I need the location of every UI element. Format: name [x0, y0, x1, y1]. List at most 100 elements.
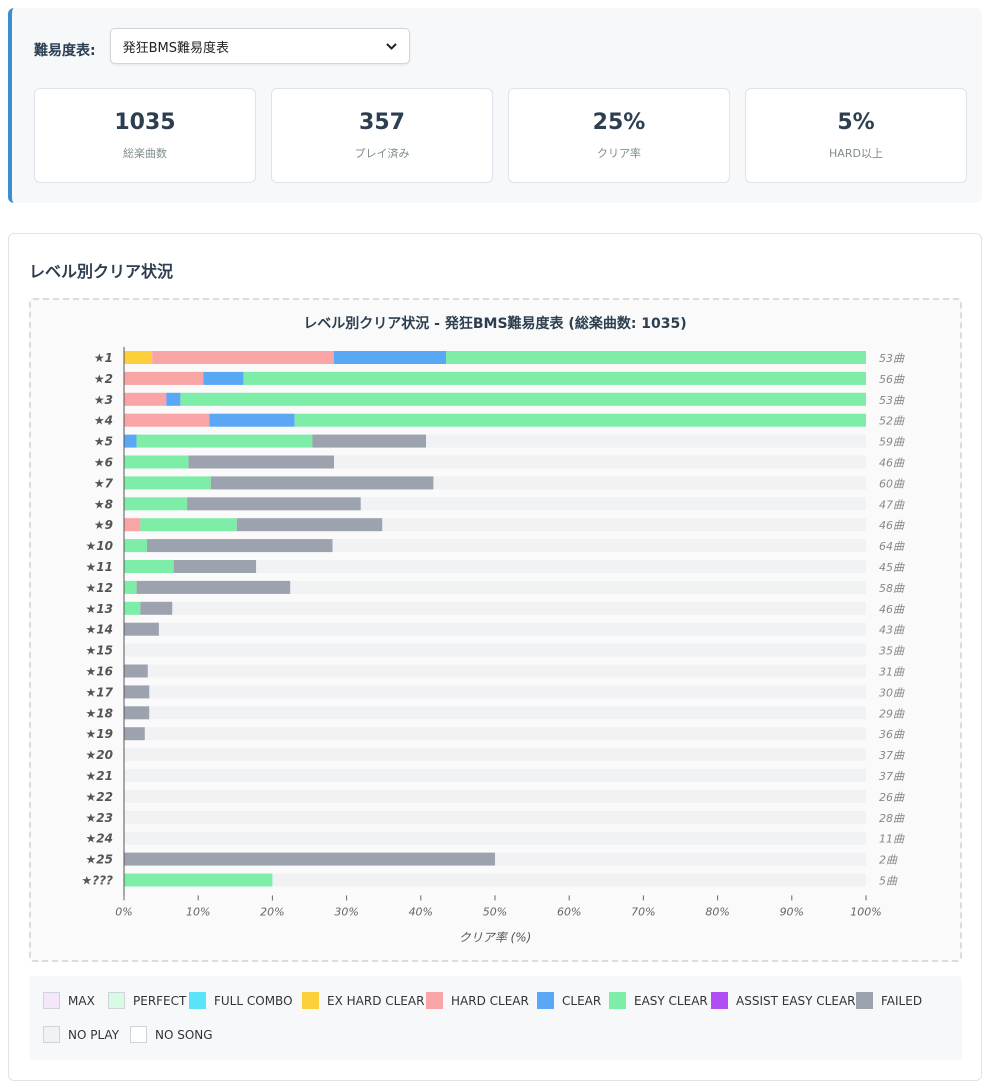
song-count-label: 53曲 [879, 352, 905, 365]
legend-label: CLEAR [562, 993, 602, 1008]
song-count-label: 43曲 [879, 624, 905, 637]
level-label: ★22 [86, 790, 113, 804]
level-label: ★24 [86, 832, 113, 846]
legend-swatch [426, 992, 443, 1009]
level-label: ★9 [94, 518, 113, 532]
legend-swatch [43, 992, 60, 1009]
bar-segment [333, 351, 447, 364]
bar-segment [140, 518, 237, 532]
level-label: ★5 [94, 435, 113, 449]
bar-segment [124, 622, 159, 636]
level-label: ★23 [86, 811, 113, 825]
legend-item: NO PLAY [43, 1026, 119, 1043]
bar-segment [236, 518, 383, 532]
x-tick-label: 60% [557, 905, 581, 918]
song-count-label: 30曲 [879, 686, 905, 699]
legend-item: CLEAR [537, 992, 601, 1009]
level-label: ★10 [86, 539, 113, 553]
legend-swatch [537, 992, 554, 1009]
bar-background [124, 727, 866, 741]
table-selector-label: 難易度表: [34, 43, 96, 59]
level-clear-panel: レベル別クリア状況 レベル別クリア状況 - 発狂BMS難易度表 (総楽曲数: 1… [8, 233, 982, 1081]
legend-label: FAILED [881, 993, 923, 1008]
song-count-label: 37曲 [879, 749, 905, 762]
bar-background [124, 810, 866, 824]
bar-background [124, 685, 866, 699]
legend-item: FULL COMBO [189, 992, 293, 1009]
level-label: ★19 [86, 727, 113, 741]
legend-swatch [302, 992, 319, 1009]
table-select[interactable]: 発狂BMS難易度表 [109, 28, 410, 64]
legend-swatch [609, 992, 626, 1009]
song-count-label: 28曲 [879, 812, 905, 825]
level-label: ★2 [94, 372, 113, 386]
bar-background [124, 706, 866, 720]
song-count-label: 5曲 [879, 875, 898, 888]
bar-segment [124, 351, 153, 364]
song-count-label: 31曲 [879, 666, 905, 679]
song-count-label: 60曲 [879, 477, 905, 490]
x-tick-label: 90% [780, 905, 804, 918]
stat-card-clear-rate: 25% クリア率 [508, 88, 730, 183]
legend-label: MAX [68, 993, 95, 1008]
bar-background [124, 664, 866, 678]
bar-segment [124, 873, 273, 887]
level-label: ★13 [86, 602, 113, 616]
level-label: ★17 [86, 685, 114, 699]
legend-label: HARD CLEAR [451, 993, 529, 1008]
x-tick-label: 30% [334, 905, 358, 918]
table-selector-row: 難易度表: 発狂BMS難易度表 [34, 28, 410, 64]
legend-item: ASSIST EASY CLEAR [711, 992, 856, 1009]
legend-item: EASY CLEAR [609, 992, 708, 1009]
legend-swatch [856, 992, 873, 1009]
x-tick-label: 70% [631, 905, 655, 918]
level-label: ★20 [86, 748, 113, 762]
song-count-label: 37曲 [879, 770, 905, 783]
bar-background [124, 601, 866, 615]
x-tick-label: 40% [409, 905, 433, 918]
x-tick-label: 10% [186, 905, 210, 918]
stat-card-total: 1035 総楽曲数 [34, 88, 256, 183]
legend-label: EX HARD CLEAR [327, 993, 425, 1008]
legend-swatch [43, 1026, 60, 1043]
bar-background [124, 622, 866, 636]
bar-segment [446, 351, 866, 364]
song-count-label: 59曲 [879, 436, 905, 449]
level-label: ★15 [86, 644, 113, 658]
bar-segment [124, 476, 211, 490]
stats-row: 1035 総楽曲数 357 プレイ済み 25% クリア率 5% HARD以上 [34, 88, 967, 183]
chevron-down-icon [385, 39, 397, 53]
stat-value: 357 [359, 110, 405, 135]
bar-segment [124, 852, 495, 866]
x-axis-label: クリア率 (%) [459, 930, 532, 944]
x-tick-label: 100% [850, 905, 881, 918]
bar-segment [209, 413, 295, 427]
bar-segment [124, 727, 145, 741]
song-count-label: 56曲 [879, 373, 905, 386]
song-count-label: 45曲 [879, 561, 905, 574]
level-label: ★14 [86, 623, 113, 637]
song-count-label: 2曲 [879, 854, 898, 867]
bar-segment [243, 371, 866, 385]
bar-segment [187, 497, 361, 511]
song-count-label: 47曲 [879, 498, 905, 511]
level-label: ★18 [86, 706, 113, 720]
bar-background [124, 831, 866, 845]
stat-card-hard-rate: 5% HARD以上 [745, 88, 967, 183]
section-title: レベル別クリア状況 [29, 262, 174, 281]
table-select-value: 発狂BMS難易度表 [122, 40, 229, 56]
level-label: ★??? [81, 874, 113, 888]
bar-segment [124, 392, 167, 406]
stat-value: 25% [592, 110, 646, 135]
bar-segment [136, 434, 313, 448]
song-count-label: 26曲 [879, 791, 905, 804]
bar-segment [152, 351, 334, 364]
stat-label: HARD以上 [829, 147, 883, 160]
bar-segment [147, 539, 333, 553]
legend-item: NO SONG [130, 1026, 213, 1043]
bar-segment [124, 685, 150, 699]
level-label: ★3 [94, 393, 113, 407]
level-label: ★1 [94, 351, 113, 365]
level-label: ★8 [94, 497, 113, 511]
bar-segment [294, 413, 866, 427]
